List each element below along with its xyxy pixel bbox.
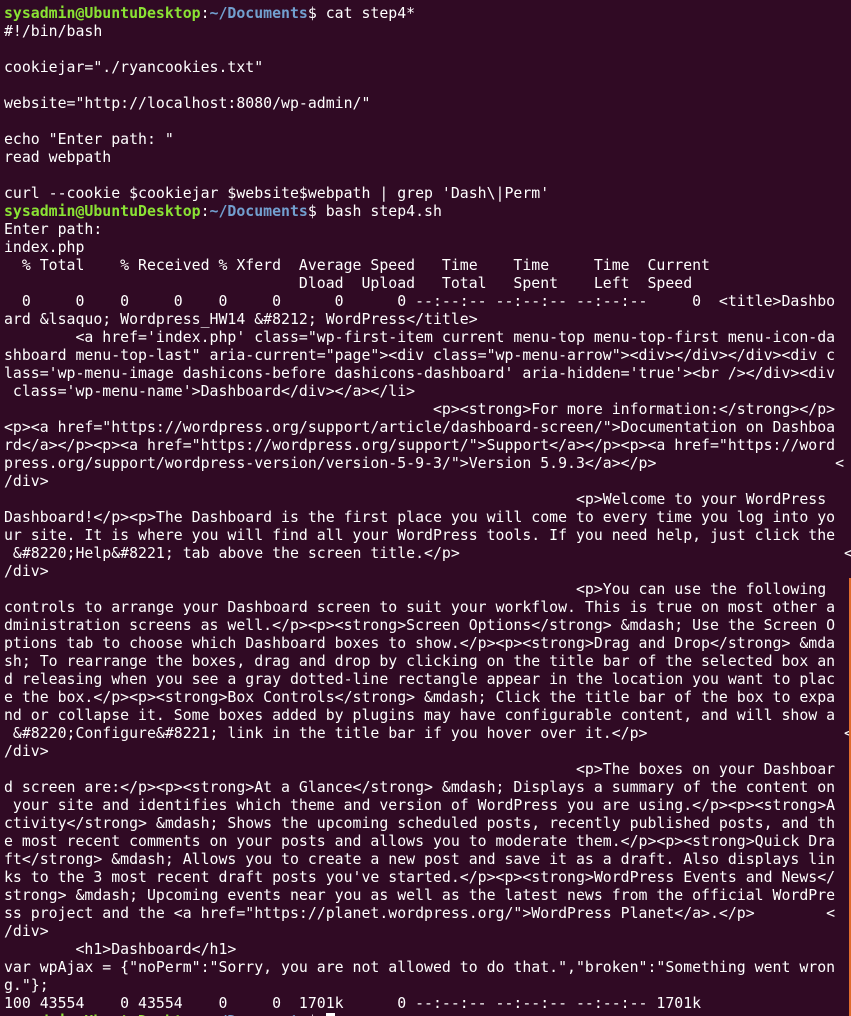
output-line: 0 0 0 0 0 0 0 0 --:--:-- --:--:-- --:--:… <box>4 292 836 310</box>
output-line: &#8220;Help&#8221; tab above the screen … <box>4 544 851 562</box>
command-cat: cat step4* <box>325 4 416 22</box>
prompt-path: ~/Documents <box>210 1012 308 1016</box>
prompt-separator: : <box>201 1012 210 1016</box>
prompt-path: ~/Documents <box>209 202 308 220</box>
prompt-suffix: $ <box>307 4 326 22</box>
cat-output: #!/bin/bash cookiejar="./ryancookies.txt"… <box>4 22 851 202</box>
prompt-suffix: $ <box>308 1012 326 1016</box>
output-line: cookiejar="./ryancookies.txt" <box>4 58 264 76</box>
output-line: index.php <box>4 238 85 256</box>
prompt-separator: : <box>200 4 210 22</box>
prompt-user-host: sysadmin@UbuntuDesktop <box>4 4 201 22</box>
output-line: read webpath <box>4 148 112 166</box>
output-line: ft</strong> &mdash; Allows you to create… <box>4 850 836 868</box>
output-line: /div> <box>4 742 49 760</box>
output-line: <h1>Dashboard</h1> <box>4 940 237 958</box>
output-line: % Total % Received % Xferd Average Speed… <box>4 256 710 274</box>
output-line: ctivity</strong> &mdash; Shows the upcom… <box>4 814 836 832</box>
output-line: ard &lsaquo; Wordpress_HW14 &#8212; Word… <box>4 310 478 328</box>
prompt-user-host: sysadmin@UbuntuDesktop <box>4 1012 201 1016</box>
output-line: nd or collapse it. Some boxes added by p… <box>4 706 836 724</box>
terminal-window[interactable]: sysadmin@UbuntuDesktop:~/Documents$ cat … <box>0 0 851 1016</box>
output-line: class='wp-menu-name'>Dashboard</div></a>… <box>4 382 416 400</box>
output-line: Dload Upload Total Spent Left Speed <box>4 274 693 292</box>
output-line: /div> <box>4 562 49 580</box>
output-line: #!/bin/bash <box>4 22 103 40</box>
command-bash: bash step4.sh <box>325 202 442 220</box>
output-line: your site and identifies which theme and… <box>4 796 836 814</box>
output-line: dministration screens as well.</p><p><st… <box>4 616 836 634</box>
output-line: lass='wp-menu-image dashicons-before das… <box>4 364 836 382</box>
output-line: <p><a href="https://wordpress.org/suppor… <box>4 418 836 436</box>
output-line: ur site. It is where you will find all y… <box>4 526 836 544</box>
prompt-line-2: sysadmin@UbuntuDesktop:~/Documents$ bash… <box>4 202 851 220</box>
output-line: Dashboard!</p><p>The Dashboard is the fi… <box>4 508 836 526</box>
output-line: g."}; <box>4 976 49 994</box>
output-line: <a href='index.php' class="wp-first-item… <box>4 328 836 346</box>
output-line: &#8220;Configure&#8221; link in the titl… <box>4 724 851 742</box>
active-prompt-line[interactable]: sysadmin@UbuntuDesktop:~/Documents$ <box>4 1012 851 1016</box>
output-line: Enter path: <box>4 220 103 238</box>
output-line: e most recent comments on your posts and… <box>4 832 836 850</box>
prompt-separator: : <box>200 202 210 220</box>
prompt-user-host: sysadmin@UbuntuDesktop <box>4 202 201 220</box>
output-line: d screen are:</p><p><strong>At a Glance<… <box>4 778 836 796</box>
output-line: <p><strong>For more information:</strong… <box>4 400 836 418</box>
output-line: controls to arrange your Dashboard scree… <box>4 598 836 616</box>
prompt-line-1: sysadmin@UbuntuDesktop:~/Documents$ cat … <box>4 4 851 22</box>
output-line: strong> &mdash; Upcoming events near you… <box>4 886 836 904</box>
output-line: e the box.</p><p><strong>Box Controls</s… <box>4 688 836 706</box>
output-line: website="http://localhost:8080/wp-admin/… <box>4 94 371 112</box>
output-line: ptions tab to choose which Dashboard box… <box>4 634 836 652</box>
output-line: /div> <box>4 472 49 490</box>
output-line: /div> <box>4 922 49 940</box>
prompt-suffix: $ <box>307 202 326 220</box>
output-line: d releasing when you see a gray dotted-l… <box>4 670 836 688</box>
output-line: <p>You can use the following <box>4 580 827 598</box>
prompt-path: ~/Documents <box>209 4 308 22</box>
output-line: 100 43554 0 43554 0 0 1701k 0 --:--:-- -… <box>4 994 702 1012</box>
output-line: <p>Welcome to your WordPress <box>4 490 827 508</box>
output-line: ss project and the <a href="https://plan… <box>4 904 836 922</box>
output-line: rd</a></p><p><a href="https://wordpress.… <box>4 436 836 454</box>
output-line: var wpAjax = {"noPerm":"Sorry, you are n… <box>4 958 836 976</box>
output-line: curl --cookie $cookiejar $website$webpat… <box>4 184 550 202</box>
output-line: press.org/support/wordpress-version/vers… <box>4 454 845 472</box>
output-line: sh; To rearrange the boxes, drag and dro… <box>4 652 836 670</box>
output-line: shboard menu-top-last" aria-current="pag… <box>4 346 836 364</box>
output-line: echo "Enter path: " <box>4 130 174 148</box>
output-line: ks to the 3 most recent draft posts you'… <box>4 868 836 886</box>
output-line: <p>The boxes on your Dashboar <box>4 760 836 778</box>
run-output: Enter path: index.php % Total % Received … <box>4 220 851 1012</box>
